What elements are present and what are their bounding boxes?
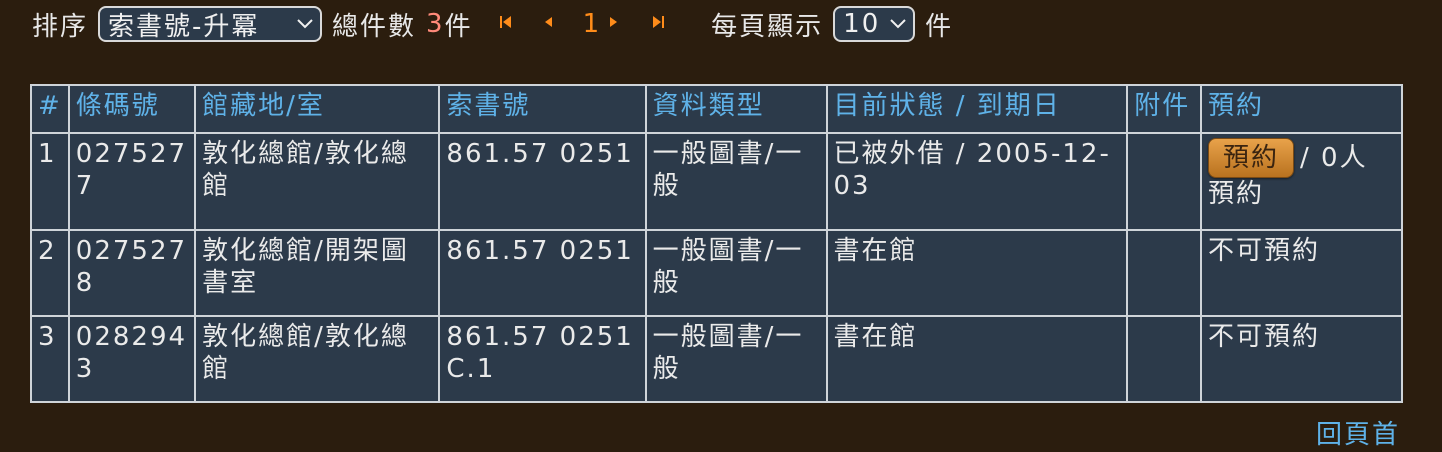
row-material-type: 一般圖書/一般: [644, 229, 828, 317]
page-size-unit: 件: [925, 11, 954, 42]
row-attachment: [1126, 132, 1202, 231]
back-to-top-link[interactable]: 回頁首: [1316, 414, 1400, 451]
row-reserve-cell: 預約/ 0人預約: [1200, 132, 1403, 231]
col-header-barcode: 條碼號: [67, 84, 197, 134]
row-status: 書在館: [825, 229, 1129, 317]
row-call-number: 861.57 0251: [438, 132, 647, 231]
col-header-call-number: 索書號: [438, 84, 647, 134]
row-call-number: 861.57 0251: [438, 229, 647, 317]
reserve-button[interactable]: 預約: [1208, 138, 1295, 178]
col-header-reserve: 預約: [1200, 84, 1403, 134]
sort-select[interactable]: 索書號-升冪: [98, 6, 323, 42]
col-header-status: 目前狀態 / 到期日: [825, 84, 1129, 134]
row-index: 3: [30, 315, 70, 403]
table-row: 2 0275278 敦化總館/開架圖書室 861.57 0251 一般圖書/一般…: [30, 229, 1403, 317]
total-unit: 件: [444, 11, 473, 42]
table-row: 1 0275277 敦化總館/敦化總館 861.57 0251 一般圖書/一般 …: [30, 132, 1403, 231]
col-header-attachment: 附件: [1126, 84, 1202, 134]
row-barcode: 0282943: [67, 315, 197, 403]
row-attachment: [1126, 315, 1202, 403]
first-page-icon[interactable]: [499, 15, 513, 33]
page-size-select[interactable]: 10: [833, 6, 916, 42]
current-page-number[interactable]: 1: [583, 9, 602, 39]
next-page-icon[interactable]: [609, 15, 619, 33]
col-header-material-type: 資料類型: [644, 84, 828, 134]
table-row: 3 0282943 敦化總館/敦化總館 861.57 0251 C.1 一般圖書…: [30, 315, 1403, 403]
row-status: 書在館: [825, 315, 1129, 403]
prev-page-icon[interactable]: [543, 15, 553, 33]
row-reserve-text: 不可預約: [1200, 229, 1403, 317]
row-attachment: [1126, 229, 1202, 317]
holdings-table: # 條碼號 館藏地/室 索書號 資料類型 目前狀態 / 到期日 附件 預約 1 …: [30, 84, 1403, 403]
row-call-number: 861.57 0251 C.1: [438, 315, 647, 403]
page-size-label: 每頁顯示: [711, 11, 824, 42]
chevron-down-icon: [889, 14, 907, 35]
row-reserve-text: 不可預約: [1200, 315, 1403, 403]
row-barcode: 0275277: [67, 132, 197, 231]
row-index: 2: [30, 229, 70, 317]
row-barcode: 0275278: [67, 229, 197, 317]
col-header-index: #: [30, 84, 70, 134]
total-label: 總件數: [332, 11, 417, 42]
col-header-location: 館藏地/室: [194, 84, 441, 134]
sort-label: 排序: [32, 11, 89, 42]
results-toolbar: 排序 索書號-升冪 總件數 3 件 1 每頁顯示 10 件: [32, 2, 953, 46]
chevron-down-icon: [296, 14, 314, 35]
row-location: 敦化總館/開架圖書室: [194, 229, 441, 317]
row-location: 敦化總館/敦化總館: [194, 132, 441, 231]
row-status: 已被外借 / 2005-12-03: [825, 132, 1129, 231]
row-material-type: 一般圖書/一般: [644, 315, 828, 403]
row-location: 敦化總館/敦化總館: [194, 315, 441, 403]
table-header-row: # 條碼號 館藏地/室 索書號 資料類型 目前狀態 / 到期日 附件 預約: [30, 84, 1403, 134]
sort-select-value: 索書號-升冪: [108, 11, 260, 42]
row-index: 1: [30, 132, 70, 231]
last-page-icon[interactable]: [651, 15, 665, 33]
total-count: 3: [426, 9, 445, 39]
page-size-value: 10: [843, 9, 881, 39]
row-material-type: 一般圖書/一般: [644, 132, 828, 231]
